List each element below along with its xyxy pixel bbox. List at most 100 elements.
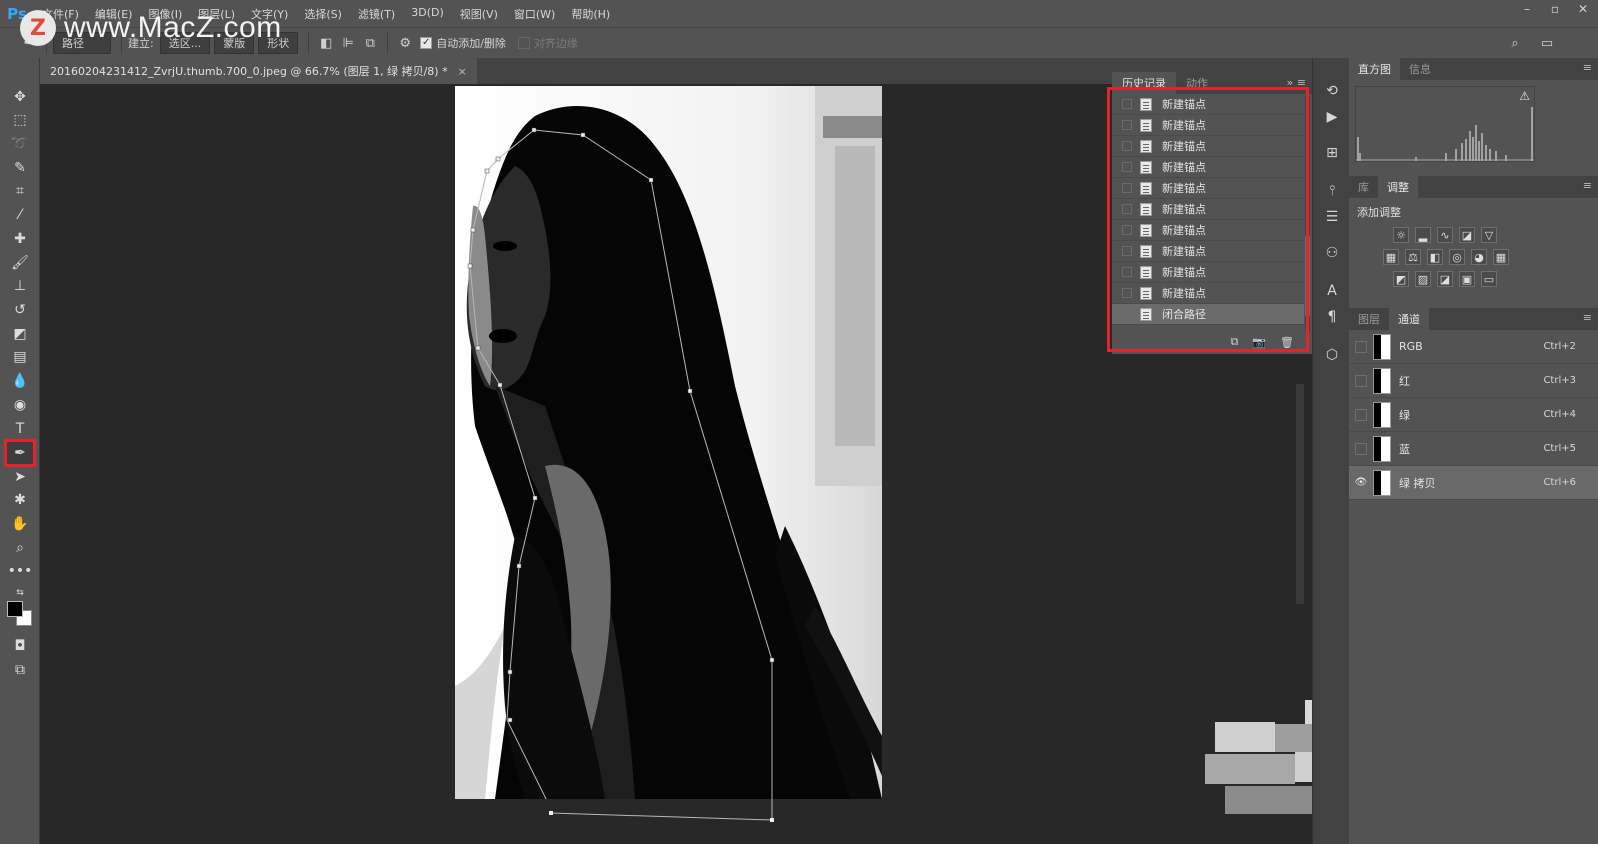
type-tool-icon[interactable]: T	[7, 418, 33, 440]
tab-history[interactable]: 历史记录	[1112, 72, 1176, 94]
brush-tool-icon[interactable]: 🖌	[7, 252, 33, 274]
photo-canvas[interactable]	[455, 86, 882, 799]
close-window-button[interactable]: ✕	[1574, 2, 1592, 16]
history-state-row[interactable]: 新建锚点	[1112, 199, 1304, 220]
crop-tool-icon[interactable]: ⌗	[7, 180, 33, 202]
panel-menu-icon[interactable]: ≡	[1583, 311, 1592, 324]
eye-icon[interactable]: 👁	[1355, 477, 1368, 489]
tab-info[interactable]: 信息	[1400, 58, 1440, 80]
marquee-tool-icon[interactable]: ⬚	[7, 109, 33, 131]
color-balance-icon[interactable]: ⚖	[1405, 249, 1421, 265]
history-brush-source-checkbox[interactable]	[1122, 99, 1132, 109]
gradient-tool-icon[interactable]: ▤	[7, 346, 33, 368]
history-brush-source-checkbox[interactable]	[1122, 141, 1132, 151]
tab-adjustments[interactable]: 调整	[1378, 176, 1418, 198]
tab-libraries[interactable]: 库	[1349, 176, 1378, 198]
move-tool-icon[interactable]: ✥	[7, 86, 33, 108]
quick-mask-icon[interactable]: ◘	[7, 635, 33, 657]
gear-icon[interactable]: ⚙	[394, 32, 416, 54]
history-state-row[interactable]: 闭合路径	[1112, 304, 1304, 325]
vibrance-icon[interactable]: ▽	[1481, 227, 1497, 243]
camera-snapshot-icon[interactable]: 📷	[1252, 336, 1266, 349]
tab-actions[interactable]: 动作	[1176, 72, 1218, 94]
history-brush-source-checkbox[interactable]	[1122, 183, 1132, 193]
curves-icon[interactable]: ∿	[1437, 227, 1453, 243]
photo-filter-icon[interactable]: ◎	[1449, 249, 1465, 265]
screen-mode-icon[interactable]: ⧉	[7, 659, 33, 681]
threshold-icon[interactable]: ◪	[1437, 271, 1453, 287]
panel-menu-icon[interactable]: ≡	[1583, 179, 1592, 192]
zoom-tool-icon[interactable]: ⌕	[7, 537, 33, 559]
lasso-tool-icon[interactable]: ➰	[7, 133, 33, 155]
exposure-icon[interactable]: ◪	[1459, 227, 1475, 243]
blur-tool-icon[interactable]: 💧	[7, 370, 33, 392]
posterize-icon[interactable]: ▨	[1415, 271, 1431, 287]
history-state-row[interactable]: 新建锚点	[1112, 136, 1304, 157]
channel-row[interactable]: 绿 Ctrl+4	[1349, 398, 1598, 432]
history-state-row[interactable]: 新建锚点	[1112, 178, 1304, 199]
history-brush-source-checkbox[interactable]	[1122, 309, 1132, 319]
menu-item[interactable]: 帮助(H)	[563, 6, 618, 22]
clone-source-icon[interactable]: ⚇	[1321, 242, 1343, 264]
history-state-row[interactable]: 新建锚点	[1112, 220, 1304, 241]
brushes-icon[interactable]: ⫯	[1321, 180, 1343, 202]
visibility-toggle[interactable]	[1355, 374, 1367, 387]
history-brush-source-checkbox[interactable]	[1122, 267, 1132, 277]
menu-item[interactable]: 窗口(W)	[506, 6, 563, 22]
history-state-row[interactable]: 新建锚点	[1112, 241, 1304, 262]
trash-icon[interactable]: 🗑	[1280, 336, 1294, 349]
history-state-row[interactable]: 新建锚点	[1112, 94, 1304, 115]
brightness-icon[interactable]: ☼	[1393, 227, 1409, 243]
canvas-scrollbar[interactable]	[1296, 384, 1304, 604]
path-arrangement-icon[interactable]: ⧉	[359, 32, 381, 54]
quick-selection-tool-icon[interactable]: ✎	[7, 157, 33, 179]
close-tab-icon[interactable]: ×	[458, 65, 467, 78]
history-brush-source-checkbox[interactable]	[1122, 288, 1132, 298]
channel-row[interactable]: 👁 绿 拷贝 Ctrl+6	[1349, 466, 1598, 500]
gradient-map-icon[interactable]: ▭	[1481, 271, 1497, 287]
channel-row[interactable]: RGB Ctrl+2	[1349, 330, 1598, 364]
history-brush-source-checkbox[interactable]	[1122, 225, 1132, 235]
invert-icon[interactable]: ◩	[1393, 271, 1409, 287]
menu-item[interactable]: 3D(D)	[403, 6, 452, 22]
visibility-toggle[interactable]	[1355, 408, 1367, 421]
history-state-row[interactable]: 新建锚点	[1112, 283, 1304, 304]
navigator-icon[interactable]: ⊞	[1321, 142, 1343, 164]
path-operations-icon[interactable]: ◧	[315, 32, 337, 54]
menu-item[interactable]: 视图(V)	[452, 6, 506, 22]
history-brush-tool-icon[interactable]: ↺	[7, 299, 33, 321]
dodge-tool-icon[interactable]: ◉	[7, 394, 33, 416]
channel-mixer-icon[interactable]: ◕	[1471, 249, 1487, 265]
paragraph-icon[interactable]: ¶	[1321, 306, 1343, 328]
pen-tool-icon[interactable]: ✒	[4, 439, 36, 467]
eraser-tool-icon[interactable]: ◩	[7, 323, 33, 345]
search-icon[interactable]: ⌕	[1504, 32, 1526, 54]
properties-icon[interactable]: ☰	[1321, 206, 1343, 228]
history-brush-source-checkbox[interactable]	[1122, 246, 1132, 256]
panel-menu-icon[interactable]: » ≡	[1287, 76, 1306, 89]
path-alignment-icon[interactable]: ⊫	[337, 32, 359, 54]
panel-menu-icon[interactable]: ≡	[1583, 61, 1592, 74]
channel-row[interactable]: 蓝 Ctrl+5	[1349, 432, 1598, 466]
checkbox-unchecked-icon[interactable]	[517, 37, 530, 49]
3d-icon[interactable]: ⬡	[1321, 344, 1343, 366]
channel-row[interactable]: 红 Ctrl+3	[1349, 364, 1598, 398]
menu-item[interactable]: 滤镜(T)	[350, 6, 403, 22]
workspace-icon[interactable]: ▭	[1536, 32, 1558, 54]
black-white-icon[interactable]: ◧	[1427, 249, 1443, 265]
history-brush-source-checkbox[interactable]	[1122, 162, 1132, 172]
selective-color-icon[interactable]: ▣	[1459, 271, 1475, 287]
checkbox-checked-icon[interactable]: ✓	[420, 37, 433, 49]
visibility-toggle[interactable]	[1355, 442, 1367, 455]
history-brush-source-checkbox[interactable]	[1122, 204, 1132, 214]
document-tab[interactable]: 20160204231412_ZvrjU.thumb.700_0.jpeg @ …	[40, 58, 477, 84]
tab-layers[interactable]: 图层	[1349, 308, 1389, 330]
warning-icon[interactable]: ⚠	[1519, 89, 1530, 103]
align-edges-checkbox[interactable]: 对齐边缘	[517, 35, 578, 51]
history-state-row[interactable]: 新建锚点	[1112, 262, 1304, 283]
minimize-button[interactable]: –	[1518, 2, 1536, 16]
tab-channels[interactable]: 通道	[1389, 308, 1429, 330]
history-scrollbar[interactable]	[1305, 96, 1310, 332]
healing-brush-tool-icon[interactable]: ✚	[7, 228, 33, 250]
tab-histogram[interactable]: 直方图	[1349, 58, 1400, 80]
